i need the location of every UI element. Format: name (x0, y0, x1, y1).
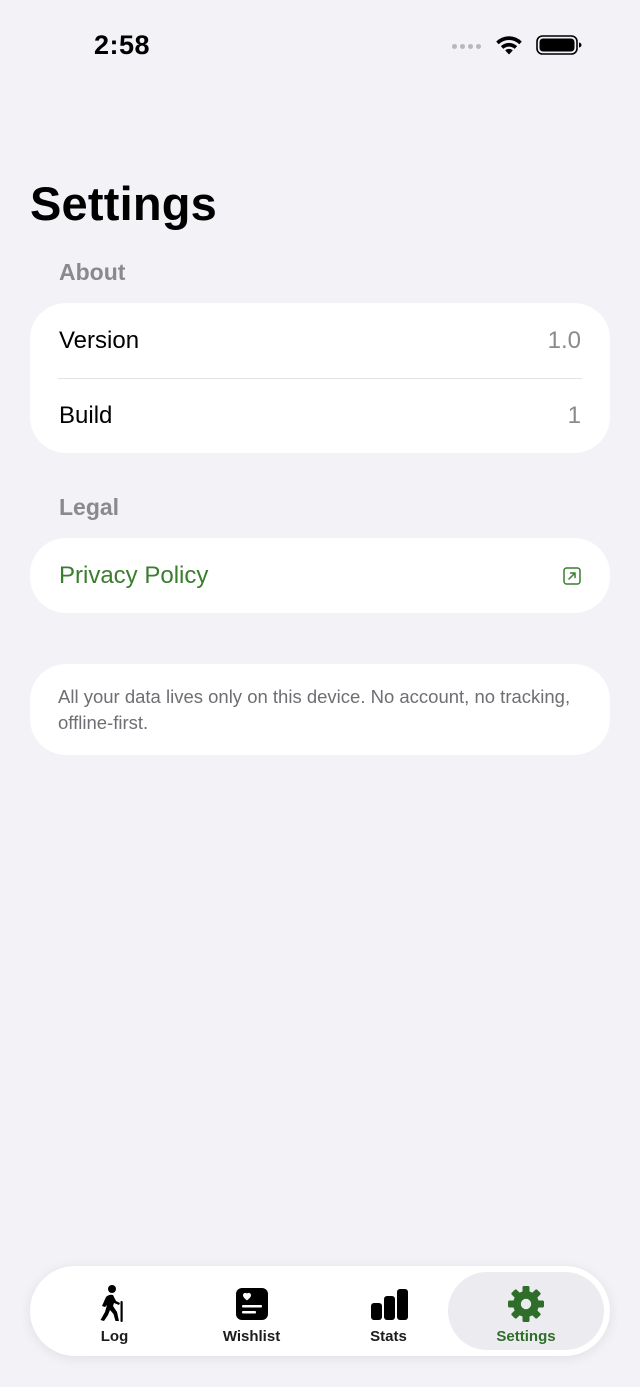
wishlist-icon (235, 1288, 268, 1320)
version-label: Version (59, 326, 140, 354)
about-section-header: About (59, 259, 126, 285)
external-link-icon (563, 566, 581, 585)
status-icons (452, 34, 582, 56)
privacy-note-card: All your data lives only on this device.… (30, 664, 610, 755)
tab-bar: Log Wishlist Stats Settings (30, 1266, 610, 1356)
tab-log[interactable]: Log (46, 1272, 183, 1350)
about-card: Version 1.0 Build 1 (30, 303, 610, 453)
hiker-icon (100, 1285, 123, 1322)
status-time: 2:58 (94, 30, 151, 60)
bar-chart-icon (370, 1289, 408, 1320)
build-row: Build 1 (30, 378, 610, 453)
page-title: Settings (30, 177, 218, 230)
gear-icon (508, 1286, 544, 1322)
version-row: Version 1.0 (30, 303, 610, 378)
tab-stats[interactable]: Stats (320, 1272, 457, 1350)
tab-wishlist-label: Wishlist (222, 1328, 281, 1345)
legal-card: Privacy Policy (30, 538, 610, 613)
privacy-policy-row[interactable]: Privacy Policy (30, 538, 610, 613)
privacy-policy-link[interactable]: Privacy Policy (59, 562, 208, 590)
build-label: Build (59, 401, 113, 429)
build-value: 1 (567, 401, 581, 429)
tab-wishlist[interactable]: Wishlist (183, 1272, 320, 1350)
legal-section-header: Legal (59, 494, 120, 520)
privacy-note-text: All your data lives only on this device.… (58, 686, 571, 733)
tab-log-label: Log (100, 1328, 129, 1345)
settings-screen: 2:58 Settings About Version 1.0 Build 1 … (0, 0, 640, 1387)
tab-settings[interactable]: Settings (448, 1272, 604, 1350)
battery-icon (536, 35, 582, 55)
cellular-signal-icon (452, 44, 481, 49)
tab-settings-label: Settings (496, 1328, 556, 1345)
version-value: 1.0 (547, 326, 581, 354)
wifi-icon (496, 36, 522, 55)
tab-stats-label: Stats (370, 1328, 407, 1345)
